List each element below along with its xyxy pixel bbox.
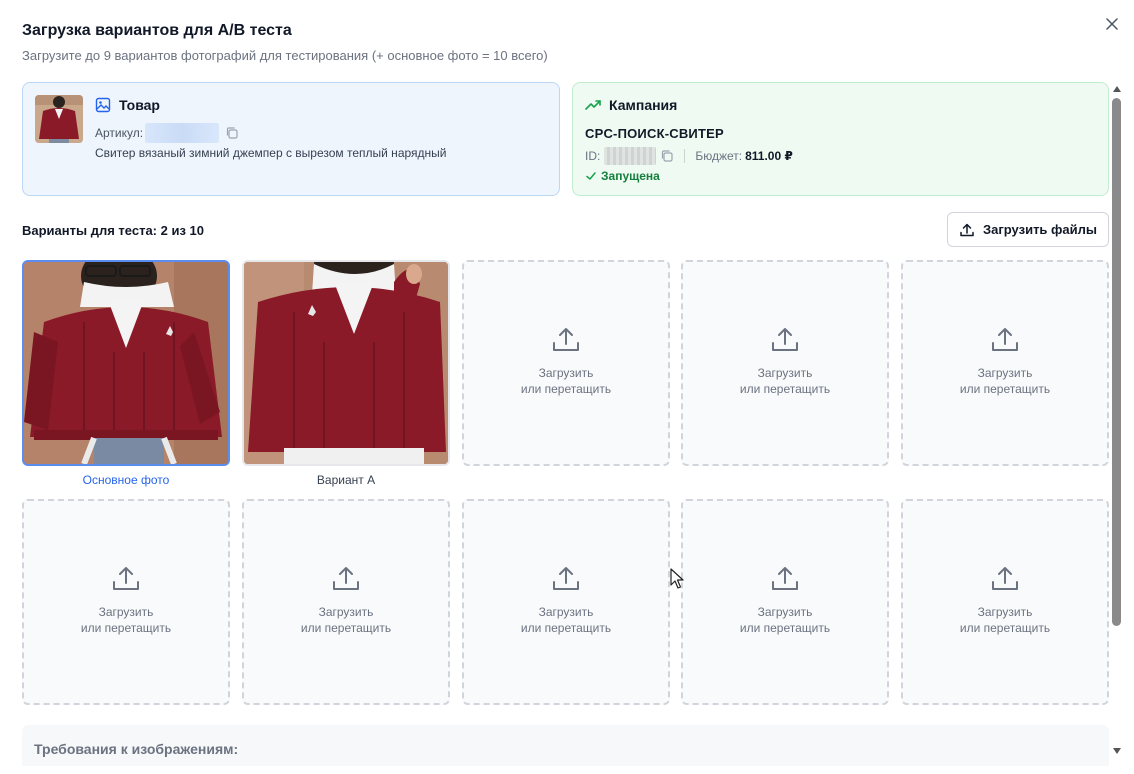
copy-icon [662, 150, 673, 162]
upload-slot-line2: или перетащить [520, 382, 612, 396]
upload-icon [772, 567, 798, 590]
upload-slot-line1: Загрузить [318, 605, 374, 619]
image-requirements-title: Требования к изображениям: [34, 741, 239, 757]
upload-icon [333, 567, 359, 590]
upload-slot-line1: Загрузить [538, 605, 594, 619]
product-heading-label: Товар [119, 97, 160, 113]
upload-icon [960, 223, 974, 236]
upload-slot-line2: или перетащить [300, 621, 392, 635]
copy-campaign-id-button[interactable] [660, 149, 674, 163]
copy-icon [226, 127, 238, 139]
scrollbar-thumb[interactable] [1112, 98, 1121, 626]
variant-a-photo-tile[interactable] [242, 260, 450, 466]
budget-label: Бюджет: [695, 149, 743, 163]
empty-upload-slot[interactable]: Загрузить или перетащить [681, 499, 889, 705]
dialog-scrollbar[interactable] [1110, 86, 1124, 762]
product-artikul: Артикул: [95, 123, 239, 143]
upload-icon [992, 567, 1018, 590]
upload-slot-line1: Загрузить [977, 366, 1033, 380]
product-thumbnail [35, 95, 83, 143]
upload-slot-line2: или перетащить [959, 621, 1051, 635]
close-icon [1106, 18, 1118, 30]
product-card: Товар Артикул: Свитер вязаный зимний дже… [22, 82, 560, 196]
upload-icon [113, 567, 139, 590]
meta-divider [684, 149, 686, 163]
variants-count-label: Варианты для теста: 2 из 10 [22, 223, 204, 238]
upload-slot-line1: Загрузить [757, 605, 813, 619]
upload-slot-line2: или перетащить [959, 382, 1051, 396]
empty-upload-slot[interactable]: Загрузить или перетащить [681, 260, 889, 466]
campaign-heading-label: Кампания [609, 97, 678, 113]
empty-upload-slot[interactable]: Загрузить или перетащить [462, 260, 670, 466]
empty-upload-slot[interactable]: Загрузить или перетащить [22, 499, 230, 705]
campaign-status-text: Запущена [601, 169, 660, 183]
campaign-meta: ID: Бюджет: 811.00 ₽ [585, 147, 793, 165]
artikul-label: Артикул: [95, 126, 144, 140]
variant-a-caption: Вариант А [316, 473, 376, 487]
upload-slot-line2: или перетащить [739, 621, 831, 635]
upload-slot-line2: или перетащить [520, 621, 612, 635]
primary-photo-caption: Основное фото [82, 473, 170, 487]
close-button[interactable] [1102, 14, 1122, 34]
primary-photo-image [24, 262, 228, 464]
empty-upload-slot[interactable]: Загрузить или перетащить [462, 499, 670, 705]
trending-up-icon [585, 100, 601, 110]
upload-files-label: Загрузить файлы [983, 222, 1097, 237]
variant-a-photo-image [244, 262, 448, 464]
campaign-heading: Кампания [585, 97, 677, 113]
upload-slot-line1: Загрузить [977, 605, 1033, 619]
empty-upload-slot[interactable]: Загрузить или перетащить [901, 499, 1109, 705]
mouse-cursor-icon [670, 568, 684, 589]
image-requirements-panel: Требования к изображениям: [22, 725, 1109, 766]
upload-slot-line2: или перетащить [80, 621, 172, 635]
primary-photo-tile[interactable] [22, 260, 230, 466]
upload-files-button[interactable]: Загрузить файлы [947, 212, 1109, 247]
upload-icon [992, 328, 1018, 351]
dialog-scroll-area[interactable]: Товар Артикул: Свитер вязаный зимний дже… [0, 82, 1110, 766]
product-heading: Товар [95, 97, 160, 113]
campaign-id-label: ID: [585, 149, 601, 163]
upload-slot-line1: Загрузить [98, 605, 154, 619]
check-icon [586, 172, 596, 180]
campaign-id-redacted [604, 147, 657, 165]
copy-artikul-button[interactable] [225, 126, 239, 140]
campaign-card: Кампания CPC-ПОИСК-СВИТЕР ID: Бюджет: 81… [572, 82, 1109, 196]
empty-upload-slot[interactable]: Загрузить или перетащить [242, 499, 450, 705]
dialog-subtitle: Загрузите до 9 вариантов фотографий для … [22, 48, 548, 63]
campaign-status-badge: Запущена [585, 169, 660, 183]
artikul-value-redacted [145, 123, 220, 143]
upload-icon [553, 328, 579, 351]
ab-test-upload-dialog: Загрузка вариантов для А/В теста Загрузи… [0, 0, 1134, 774]
scroll-up-arrow-icon[interactable] [1113, 86, 1121, 92]
empty-upload-slot[interactable]: Загрузить или перетащить [901, 260, 1109, 466]
upload-slot-line1: Загрузить [757, 366, 813, 380]
upload-icon [553, 567, 579, 590]
dialog-title: Загрузка вариантов для А/В теста [22, 22, 292, 39]
upload-icon [772, 328, 798, 351]
upload-slot-line1: Загрузить [538, 366, 594, 380]
campaign-name: CPC-ПОИСК-СВИТЕР [585, 126, 724, 141]
scroll-down-arrow-icon[interactable] [1113, 748, 1121, 754]
upload-slot-line2: или перетащить [739, 382, 831, 396]
product-description: Свитер вязаный зимний джемпер с вырезом … [95, 146, 447, 160]
image-icon [95, 97, 111, 113]
budget-value: 811.00 ₽ [745, 149, 793, 163]
